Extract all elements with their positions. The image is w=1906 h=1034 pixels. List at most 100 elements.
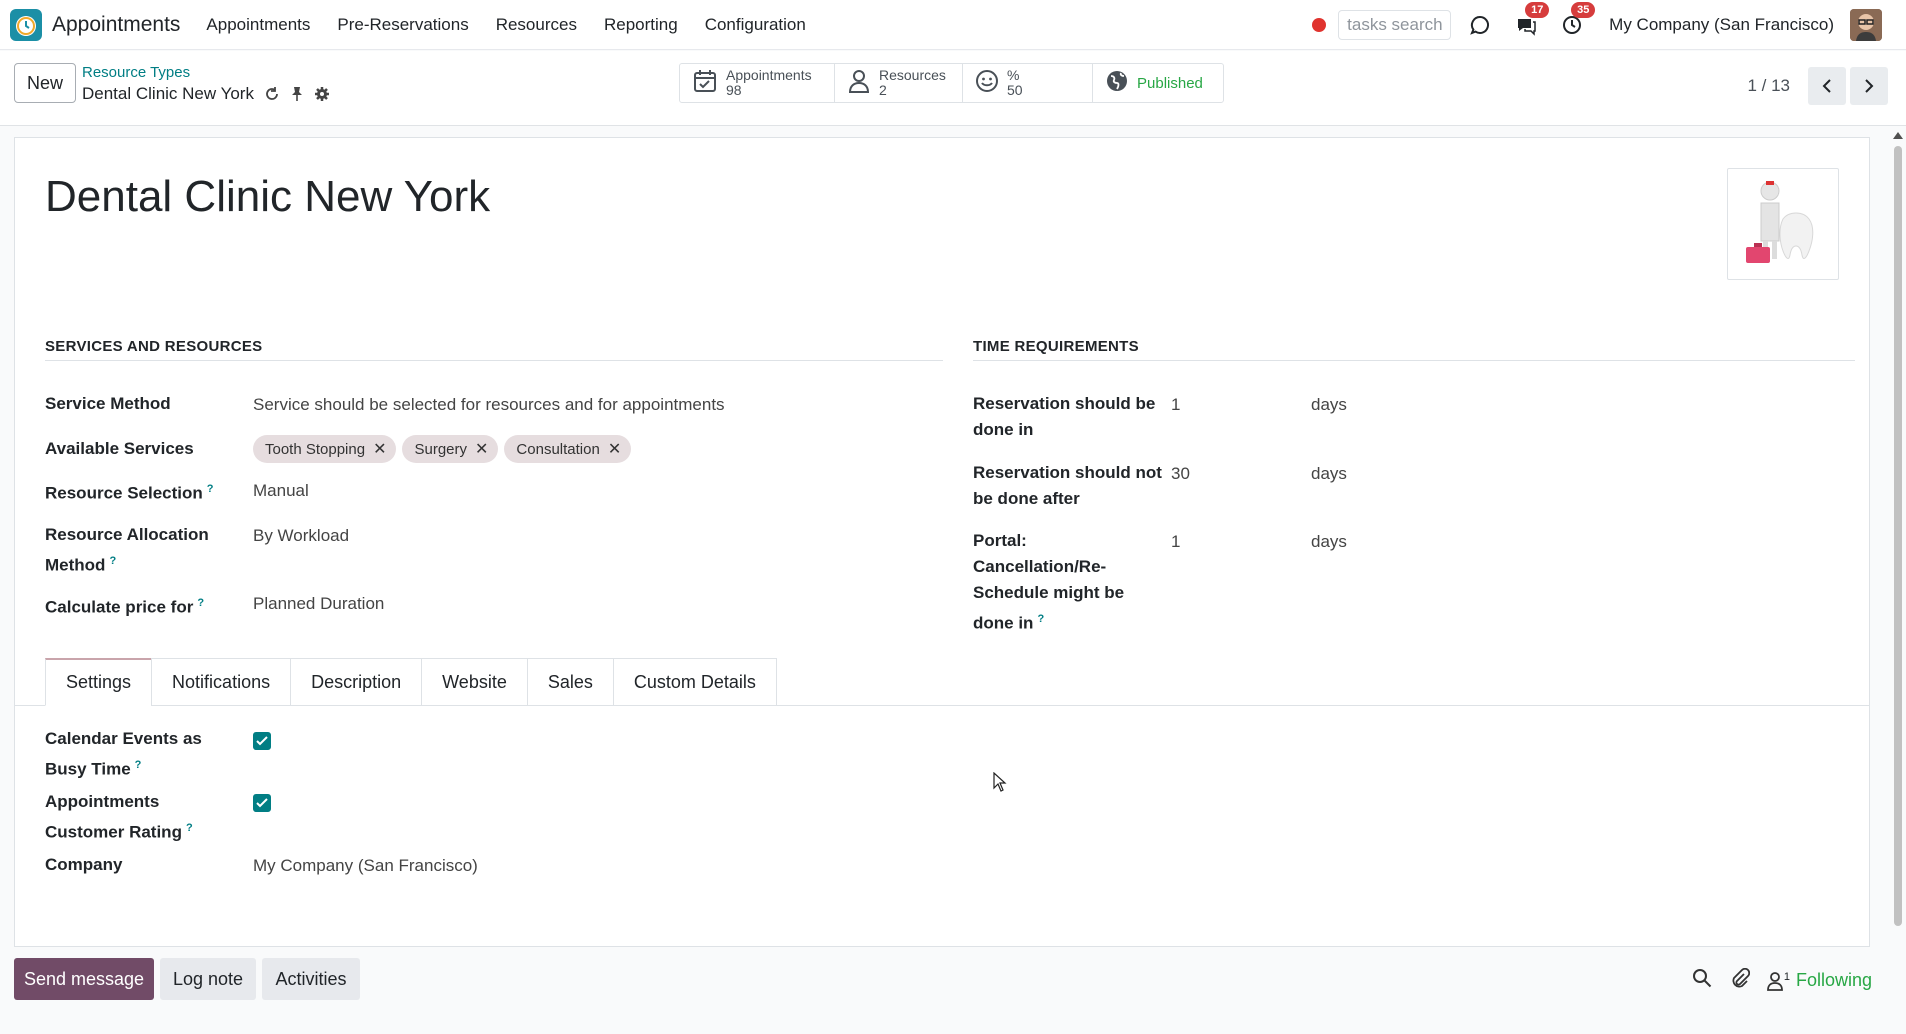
pager: 1 / 13: [1747, 67, 1888, 105]
chatter-bar: Send message Log note Activities 1 Follo…: [0, 956, 1906, 1016]
service-tag[interactable]: Surgery ✕: [402, 435, 499, 463]
menu-appointments[interactable]: Appointments: [206, 15, 310, 35]
navbar-systray: tasks search 17 35 My Company (San Franc…: [1312, 0, 1906, 50]
menu-pre-reservations[interactable]: Pre-Reservations: [337, 15, 468, 35]
app-name[interactable]: Appointments: [52, 13, 180, 37]
resource-allocation-field[interactable]: By Workload: [253, 523, 349, 549]
record-title[interactable]: Dental Clinic New York: [45, 172, 490, 222]
help-tooltip-icon[interactable]: ?: [109, 555, 116, 567]
help-tooltip-icon[interactable]: ?: [135, 759, 142, 771]
user-icon: [847, 68, 871, 99]
smart-rating-value: 50: [1007, 82, 1023, 98]
smart-buttons: Appointments 98 Resources 2 % 50 Published: [679, 63, 1224, 103]
company-field[interactable]: My Company (San Francisco): [253, 853, 478, 879]
customer-rating-checkbox[interactable]: [253, 794, 271, 812]
service-method-label: Service Method: [45, 394, 171, 413]
help-tooltip-icon[interactable]: ?: [207, 483, 214, 495]
log-note-button[interactable]: Log note: [160, 958, 256, 1000]
reservation-done-in-label-line2: done in: [973, 420, 1034, 439]
remove-tag-icon[interactable]: ✕: [373, 439, 386, 459]
service-tag-label: Tooth Stopping: [265, 440, 366, 458]
scroll-up-arrow-icon[interactable]: [1893, 132, 1903, 139]
scrollbar-thumb[interactable]: [1894, 146, 1902, 926]
menu-configuration[interactable]: Configuration: [705, 15, 806, 35]
app-logo-icon[interactable]: [10, 8, 42, 41]
pager-previous-button[interactable]: [1808, 67, 1846, 105]
help-tooltip-icon[interactable]: ?: [197, 597, 204, 609]
paperclip-icon[interactable]: [1730, 967, 1750, 993]
tab-notifications[interactable]: Notifications: [151, 658, 291, 706]
refresh-icon[interactable]: [264, 86, 280, 102]
gear-icon[interactable]: [314, 86, 330, 102]
tab-settings[interactable]: Settings: [45, 658, 152, 706]
service-tag[interactable]: Tooth Stopping ✕: [253, 435, 397, 463]
followers-icon[interactable]: 1: [1766, 971, 1790, 991]
help-tooltip-icon[interactable]: ?: [186, 822, 193, 834]
portal-label-line1: Portal:: [973, 531, 1027, 550]
service-tag-label: Surgery: [414, 440, 468, 458]
company-switcher[interactable]: My Company (San Francisco): [1609, 15, 1834, 35]
messages-icon[interactable]: 17: [1511, 2, 1550, 40]
notebook-tabs: Settings Notifications Description Websi…: [45, 658, 777, 706]
company-label: Company: [45, 855, 123, 874]
following-button[interactable]: Following: [1796, 970, 1872, 991]
portal-label-line2: Cancellation/Re-: [973, 557, 1107, 576]
reservation-done-in-label-line1: Reservation should be: [973, 394, 1156, 413]
tasks-search-input[interactable]: tasks search: [1338, 10, 1452, 40]
help-tooltip-icon[interactable]: ?: [1037, 613, 1044, 625]
resource-selection-label-text: Resource Selection: [45, 483, 203, 503]
tab-website[interactable]: Website: [421, 658, 527, 706]
resources-smart-button[interactable]: Resources 2: [835, 64, 963, 102]
activities-button[interactable]: Activities: [262, 958, 360, 1000]
calendar-busy-label: Calendar Events as Busy Time?: [45, 726, 202, 783]
published-smart-button[interactable]: Published: [1093, 64, 1223, 102]
form-sheet: Dental Clinic New York SERVICES AND RESO…: [14, 137, 1870, 947]
resource-selection-label: Resource Selection?: [45, 476, 214, 507]
resource-type-image[interactable]: [1727, 168, 1839, 280]
followers-count: 1: [1783, 970, 1790, 983]
activities-clock-icon[interactable]: 35: [1557, 2, 1596, 40]
pager-value[interactable]: 1 / 13: [1747, 76, 1790, 96]
new-button[interactable]: New: [14, 63, 76, 103]
tab-sales[interactable]: Sales: [526, 658, 613, 706]
service-method-field[interactable]: Service should be selected for resources…: [253, 392, 725, 418]
main-menu: Appointments Pre-Reservations Resources …: [206, 15, 832, 35]
remove-tag-icon[interactable]: ✕: [608, 439, 621, 459]
pager-next-button[interactable]: [1850, 67, 1888, 105]
time-requirements-header: TIME REQUIREMENTS: [973, 338, 1139, 355]
chatter-tools: 1 Following: [1692, 967, 1872, 993]
service-tag[interactable]: Consultation ✕: [504, 435, 632, 463]
calculate-price-field[interactable]: Planned Duration: [253, 591, 384, 617]
calendar-busy-checkbox[interactable]: [253, 732, 271, 750]
breadcrumb-current-label: Dental Clinic New York: [82, 84, 254, 103]
appointments-smart-button[interactable]: Appointments 98: [680, 64, 835, 102]
menu-reporting[interactable]: Reporting: [604, 15, 678, 35]
reservation-not-after-field[interactable]: 30: [1171, 461, 1190, 487]
tab-description[interactable]: Description: [290, 658, 422, 706]
pin-icon[interactable]: [290, 86, 304, 102]
search-icon[interactable]: [1692, 968, 1712, 993]
services-resources-header: SERVICES AND RESOURCES: [45, 338, 263, 355]
remove-tag-icon[interactable]: ✕: [475, 439, 488, 459]
resource-selection-field[interactable]: Manual: [253, 478, 309, 504]
reservation-not-after-label-line1: Reservation should not: [973, 463, 1162, 482]
messages-badge: 17: [1525, 2, 1550, 18]
customer-rating-label: Appointments Customer Rating?: [45, 789, 193, 846]
recording-dot-icon[interactable]: [1312, 18, 1327, 32]
user-avatar[interactable]: [1850, 9, 1882, 41]
control-panel: New Resource Types Dental Clinic New Yor…: [0, 51, 1906, 126]
tab-custom-details[interactable]: Custom Details: [612, 658, 777, 706]
menu-resources[interactable]: Resources: [496, 15, 577, 35]
reservation-done-in-field[interactable]: 1: [1171, 392, 1180, 418]
rating-smart-button[interactable]: % 50: [963, 64, 1093, 102]
discuss-icon[interactable]: [1465, 10, 1495, 40]
portal-cancellation-label: Portal: Cancellation/Re- Schedule might …: [973, 528, 1124, 637]
smart-published-label: Published: [1137, 74, 1203, 92]
breadcrumb-parent[interactable]: Resource Types: [82, 64, 190, 81]
calendar-busy-label-line2: Busy Time: [45, 759, 131, 779]
service-tag-label: Consultation: [516, 440, 600, 458]
available-services-field[interactable]: Tooth Stopping ✕ Surgery ✕ Consultation ✕: [253, 435, 637, 463]
portal-cancellation-field[interactable]: 1: [1171, 529, 1180, 555]
services-header-divider: [45, 360, 943, 361]
send-message-button[interactable]: Send message: [14, 958, 154, 1000]
